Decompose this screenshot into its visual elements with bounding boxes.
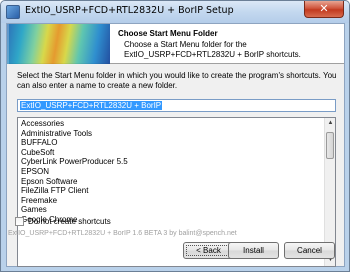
page-header: Choose Start Menu Folder Choose a Start … (7, 24, 344, 64)
list-item[interactable]: Epson Software (21, 177, 332, 187)
list-item[interactable]: Administrative Tools (21, 129, 332, 139)
folder-input-value: ExtIO_USRP+FCD+RTL2832U + BorIP (20, 101, 163, 110)
header-banner-image (7, 24, 110, 64)
no-shortcuts-label: Do not create shortcuts (28, 217, 111, 226)
list-item[interactable]: CyberLink PowerProducer 5.5 (21, 157, 332, 167)
install-button[interactable]: Install (228, 242, 279, 259)
page-subtitle: Choose a Start Menu folder for the ExtIO… (124, 40, 301, 59)
list-item[interactable]: Freemake (21, 196, 332, 206)
page-title: Choose Start Menu Folder (118, 29, 218, 38)
list-item[interactable]: BUFFALO (21, 138, 332, 148)
instructions-text: Select the Start Menu folder in which yo… (17, 71, 337, 90)
list-item[interactable]: CubeSoft (21, 148, 332, 158)
title-bar[interactable]: ExtIO_USRP+FCD+RTL2832U + BorIP Setup ✕ (1, 1, 349, 23)
scroll-up-arrow-icon[interactable]: ▲ (326, 119, 335, 128)
scroll-thumb[interactable] (326, 132, 334, 159)
list-item[interactable]: Accessories (21, 119, 332, 129)
list-item[interactable]: Games (21, 205, 332, 215)
back-button[interactable]: < Back (183, 242, 234, 259)
close-button[interactable]: ✕ (304, 1, 344, 18)
list-item[interactable]: FileZilla FTP Client (21, 186, 332, 196)
folder-list-items: Accessories Administrative Tools BUFFALO… (18, 118, 335, 226)
installer-branding-text: ExtIO_USRP+FCD+RTL2832U + BorIP 1.6 BETA… (8, 230, 237, 237)
installer-app-icon (6, 5, 20, 19)
no-shortcuts-checkbox[interactable] (15, 217, 24, 226)
start-menu-folder-input[interactable]: ExtIO_USRP+FCD+RTL2832U + BorIP (17, 99, 336, 112)
window-title: ExtIO_USRP+FCD+RTL2832U + BorIP Setup (25, 5, 234, 16)
cancel-button[interactable]: Cancel (284, 242, 335, 259)
list-item[interactable]: EPSON (21, 167, 332, 177)
